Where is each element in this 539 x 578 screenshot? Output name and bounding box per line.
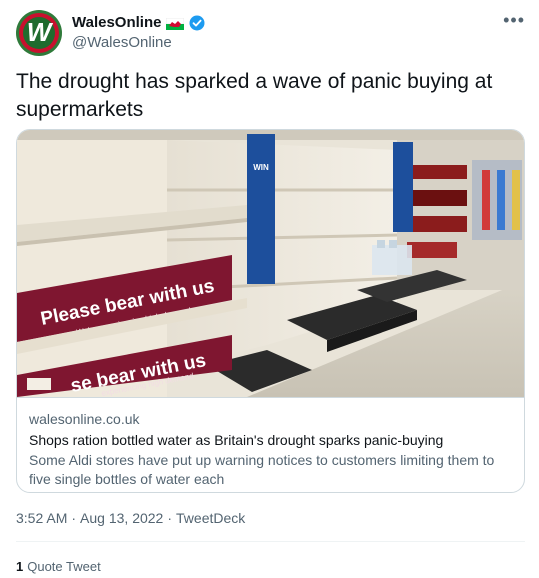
author-name-row: WalesOnline (72, 14, 205, 31)
water-bottles (372, 240, 412, 275)
separator: · (167, 510, 173, 526)
tweet-time[interactable]: 3:52 AM (16, 510, 67, 526)
verified-badge-icon (189, 15, 205, 31)
card-title: Shops ration bottled water as Britain's … (29, 432, 444, 448)
quote-tweets-link[interactable]: 1 Quote Tweet (16, 559, 101, 574)
card-domain: walesonline.co.uk (29, 411, 140, 427)
quote-label: Quote Tweet (27, 559, 101, 574)
link-card[interactable]: WIN Please bear with us We're experienci… (16, 129, 525, 493)
card-description: Some Aldi stores have put up warning not… (29, 452, 495, 487)
tweet-source[interactable]: TweetDeck (176, 510, 245, 526)
avatar[interactable]: W (16, 10, 62, 56)
tweet-date[interactable]: Aug 13, 2022 (80, 510, 163, 526)
card-image[interactable]: WIN Please bear with us We're experienci… (17, 130, 525, 397)
author-display-name[interactable]: WalesOnline (72, 14, 161, 31)
promo-text: WIN (253, 163, 269, 172)
more-options-icon[interactable]: ••• (503, 10, 525, 31)
separator: · (71, 510, 77, 526)
avatar-logo-letter: W (26, 17, 52, 47)
tweet-text: The drought has sparked a wave of panic … (16, 70, 493, 121)
tweet-timestamp: 3:52 AM · Aug 13, 2022 · TweetDeck (16, 510, 245, 526)
card-meta[interactable]: walesonline.co.uk Shops ration bottled w… (17, 397, 524, 492)
wales-flag-icon (166, 17, 185, 30)
divider (16, 541, 525, 542)
quote-count: 1 (16, 559, 24, 574)
author-handle[interactable]: @WalesOnline (72, 34, 172, 51)
